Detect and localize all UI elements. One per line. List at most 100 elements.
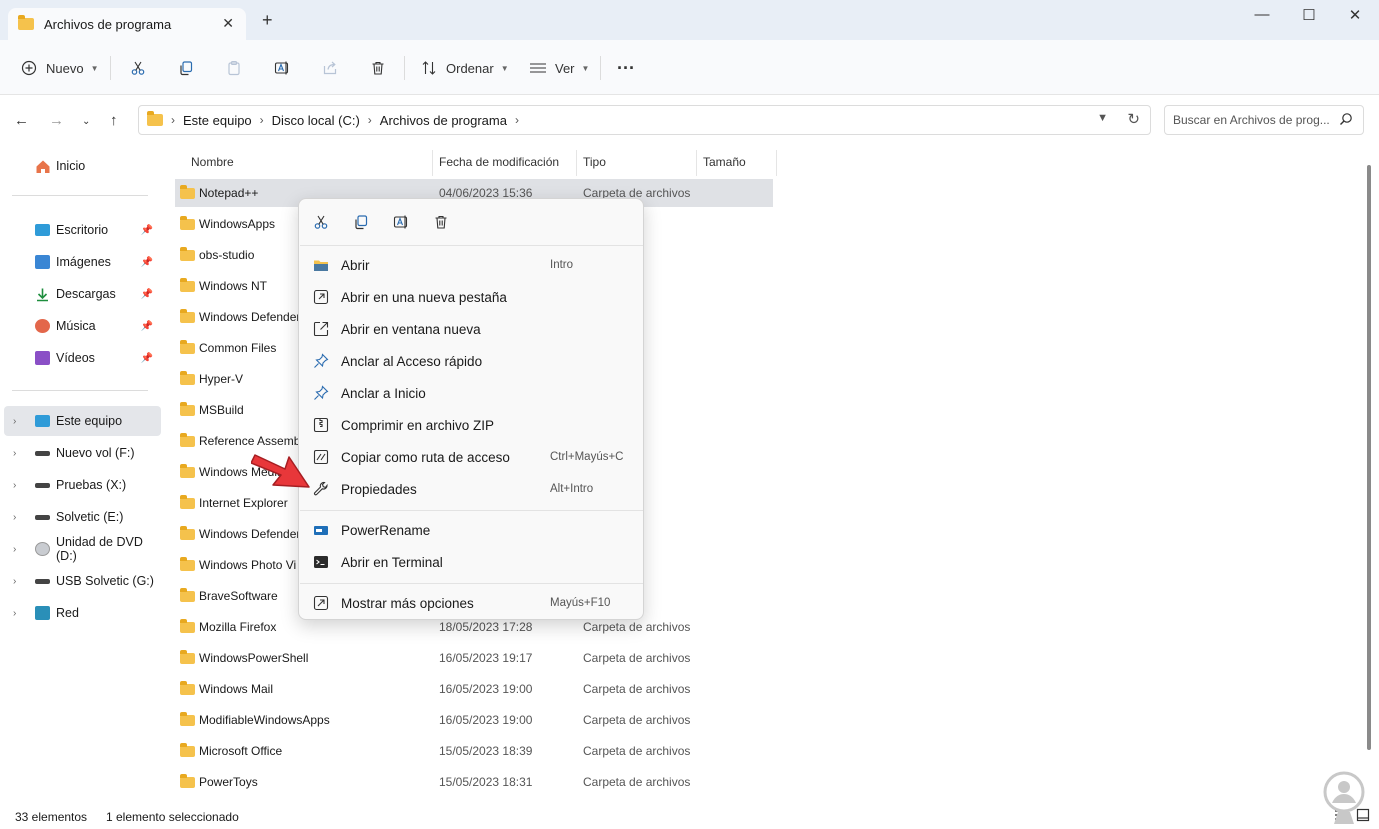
sidebar-item-pruebas[interactable]: › Pruebas (X:) (0, 470, 157, 500)
pin-icon[interactable]: 📌 (141, 289, 153, 300)
column-divider[interactable] (696, 150, 697, 176)
menu-item-abrir-ventana-nueva[interactable]: Abrir en ventana nueva (303, 314, 639, 344)
chevron-right-icon[interactable]: › (13, 576, 16, 587)
close-window-button[interactable]: ✕ (1332, 6, 1378, 24)
sidebar-item-nuevo-vol[interactable]: › Nuevo vol (F:) (0, 438, 157, 468)
sidebar-item-dvd[interactable]: › Unidad de DVD (D:) (0, 534, 157, 564)
context-copy-button[interactable] (351, 213, 371, 233)
menu-item-abrir[interactable]: Abrir Intro (303, 250, 639, 280)
refresh-icon[interactable]: ↻ (1127, 110, 1140, 128)
tab-close-button[interactable]: ✕ (222, 15, 234, 32)
file-row[interactable]: Windows Mail 16/05/2023 19:00 Carpeta de a… (175, 675, 773, 703)
menu-separator (300, 510, 643, 511)
this-pc-icon (35, 415, 50, 427)
new-tab-button[interactable]: + (262, 10, 273, 31)
back-arrow-icon[interactable]: ← (14, 112, 29, 129)
chevron-right-icon[interactable]: › (13, 416, 16, 427)
chevron-right-icon[interactable]: › (260, 113, 264, 127)
sidebar-item-este-equipo[interactable]: › Este equipo (4, 406, 161, 436)
chevron-right-icon[interactable]: › (13, 480, 16, 491)
view-button[interactable]: Ver ▼ (529, 54, 589, 82)
search-input[interactable] (1173, 106, 1333, 134)
menu-item-anclar-inicio[interactable]: Anclar a Inicio (303, 378, 639, 408)
pin-icon[interactable]: 📌 (141, 257, 153, 268)
menu-item-propiedades[interactable]: Propiedades Alt+Intro (303, 474, 639, 504)
menu-item-abrir-terminal[interactable]: Abrir en Terminal (303, 547, 639, 577)
rename-icon (273, 59, 291, 77)
vertical-scrollbar[interactable] (1367, 165, 1371, 750)
file-name: Mozilla Firefox (199, 620, 277, 634)
tab-archivos-de-programa[interactable]: Archivos de programa ✕ (8, 8, 246, 40)
menu-item-powerrename[interactable]: PowerRename (303, 515, 639, 545)
column-divider[interactable] (776, 150, 777, 176)
search-icon[interactable] (1339, 112, 1353, 129)
sidebar-item-imagenes[interactable]: Imágenes 📌 (0, 247, 157, 277)
forward-arrow-icon[interactable]: → (49, 112, 64, 129)
folder-icon (180, 681, 195, 695)
pin-icon[interactable]: 📌 (141, 353, 153, 364)
delete-button[interactable] (369, 54, 387, 82)
context-delete-button[interactable] (431, 213, 451, 233)
toolbar-divider (600, 56, 601, 80)
breadcrumb-disco-local[interactable]: Disco local (C:) (272, 113, 360, 128)
chevron-right-icon[interactable]: › (13, 544, 16, 555)
address-dropdown-icon[interactable]: ▼ (1097, 112, 1108, 124)
pin-icon[interactable]: 📌 (141, 225, 153, 236)
context-cut-button[interactable] (311, 213, 331, 233)
watermark-logo-icon (1318, 770, 1370, 829)
cut-button[interactable] (129, 54, 147, 82)
column-header-tipo[interactable]: Tipo (583, 155, 606, 169)
paste-button[interactable] (225, 54, 243, 82)
recent-chevron-icon[interactable]: ⌄ (82, 116, 90, 127)
folder-icon (180, 309, 195, 323)
share-button[interactable] (321, 54, 339, 82)
sidebar-item-videos[interactable]: Vídeos 📌 (0, 343, 157, 373)
chevron-right-icon[interactable]: › (515, 113, 519, 127)
file-row[interactable]: ModifiableWindowsApps 16/05/2023 19:00 Car… (175, 706, 773, 734)
view-label: Ver (555, 60, 575, 76)
sidebar-item-red[interactable]: › Red (0, 598, 157, 628)
menu-item-mostrar-mas-opciones[interactable]: Mostrar más opciones Mayús+F10 (303, 588, 639, 618)
file-row[interactable]: PowerToys 15/05/2023 18:31 Carpeta de arch… (175, 768, 773, 796)
menu-item-comprimir-zip[interactable]: Comprimir en archivo ZIP (303, 410, 639, 440)
sidebar-item-usb-solvetic[interactable]: › USB Solvetic (G:) (0, 566, 157, 596)
up-arrow-icon[interactable]: ↑ (110, 112, 118, 129)
context-menu: Abrir Intro Abrir en una nueva pestaña A… (298, 198, 644, 620)
column-divider[interactable] (576, 150, 577, 176)
column-header-tamano[interactable]: Tamaño (703, 155, 746, 169)
more-button[interactable]: ··· (617, 54, 635, 82)
column-divider[interactable] (432, 150, 433, 176)
copy-icon (353, 214, 369, 233)
menu-item-anclar-acceso-rapido[interactable]: Anclar al Acceso rápido (303, 346, 639, 376)
chevron-right-icon[interactable]: › (368, 113, 372, 127)
file-date: 16/05/2023 19:00 (439, 682, 533, 696)
column-header-nombre[interactable]: Nombre (191, 155, 234, 169)
copy-button[interactable] (177, 54, 195, 82)
pin-icon[interactable]: 📌 (141, 321, 153, 332)
menu-item-abrir-nueva-pestana[interactable]: Abrir en una nueva pestaña (303, 282, 639, 312)
sidebar-item-inicio[interactable]: Inicio (0, 151, 157, 181)
minimize-button[interactable]: — (1239, 6, 1285, 23)
sort-button[interactable]: Ordenar ▼ (420, 54, 509, 82)
sidebar-item-descargas[interactable]: Descargas 📌 (0, 279, 157, 309)
menu-item-copiar-ruta[interactable]: Copiar como ruta de acceso Ctrl+Mayús+C (303, 442, 639, 472)
navigation-row: ← → ⌄ ↑ › Este equipo › Disco local (C:)… (0, 95, 1379, 147)
breadcrumb-archivos-de-programa[interactable]: Archivos de programa (380, 113, 507, 128)
sidebar-item-solvetic[interactable]: › Solvetic (E:) (0, 502, 157, 532)
new-button[interactable]: Nuevo ▼ (20, 54, 99, 82)
search-box[interactable] (1164, 105, 1364, 135)
chevron-right-icon[interactable]: › (13, 512, 16, 523)
maximize-button[interactable]: ☐ (1286, 6, 1332, 24)
chevron-right-icon[interactable]: › (13, 608, 16, 619)
sidebar-item-escritorio[interactable]: Escritorio 📌 (0, 215, 157, 245)
column-header-fecha[interactable]: Fecha de modificación (439, 155, 559, 169)
rename-button[interactable] (273, 54, 291, 82)
tab-title: Archivos de programa (44, 16, 172, 32)
file-row[interactable]: WindowsPowerShell 16/05/2023 19:17 Carpeta… (175, 644, 773, 672)
context-rename-button[interactable] (391, 213, 411, 233)
file-row[interactable]: Microsoft Office 15/05/2023 18:39 Carpeta … (175, 737, 773, 765)
breadcrumb-este-equipo[interactable]: Este equipo (183, 113, 252, 128)
address-bar[interactable]: › Este equipo › Disco local (C:) › Archi… (138, 105, 1151, 135)
sidebar-item-musica[interactable]: Música 📌 (0, 311, 157, 341)
chevron-right-icon[interactable]: › (13, 448, 16, 459)
